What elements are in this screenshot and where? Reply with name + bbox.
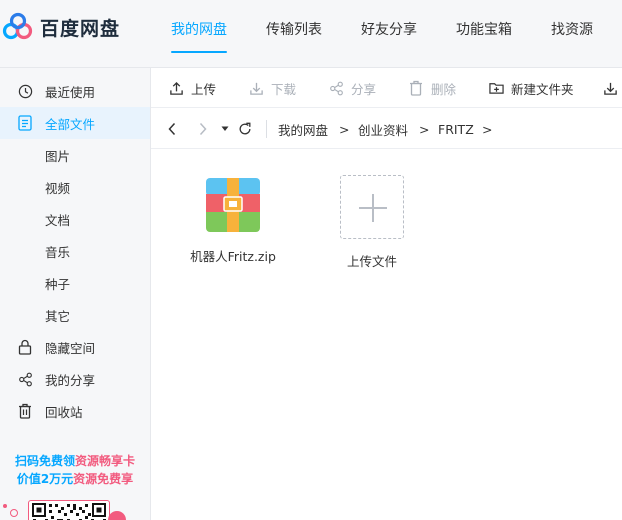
sidebar-item-recycle-bin[interactable]: 回收站 — [0, 395, 150, 427]
sidebar-item-label: 音乐 — [45, 244, 71, 260]
path-bar: 我的网盘 > 创业资料 > FRITZ > — [151, 109, 622, 149]
app-name: 百度网盘 — [40, 17, 121, 40]
share-button[interactable]: 分享 — [328, 68, 376, 108]
qr-code[interactable] — [28, 500, 110, 520]
share-label: 分享 — [351, 81, 377, 97]
tab-toolbox[interactable]: 功能宝箱 — [456, 0, 512, 68]
new-folder-icon — [488, 80, 504, 96]
decor-dot — [3, 504, 7, 508]
sidebar-item-label: 视频 — [45, 180, 71, 196]
upload-button[interactable]: 上传 — [168, 68, 216, 108]
sidebar-item-label: 回收站 — [45, 404, 83, 420]
sidebar: 最近使用 全部文件 图片 视频 文档 音乐 种子 其它 隐藏空间 我的分享 回收… — [0, 68, 151, 520]
tab-friend-share[interactable]: 好友分享 — [361, 0, 417, 68]
share-icon — [328, 80, 344, 96]
promo-text: 价值2万元 — [16, 472, 74, 486]
promo-text: 扫码免费领 — [14, 454, 75, 468]
divider — [266, 120, 267, 138]
breadcrumb-my-netdisk[interactable]: 我的网盘 — [278, 109, 328, 149]
sidebar-item-videos[interactable]: 视频 — [0, 171, 150, 203]
share-icon — [17, 371, 33, 387]
upload-file-label-wrap: 上传文件 — [326, 251, 418, 270]
download-icon — [248, 80, 264, 96]
download-label: 下载 — [271, 81, 297, 97]
breadcrumb-separator: > — [419, 121, 430, 137]
sidebar-item-label: 种子 — [45, 276, 71, 292]
sidebar-item-hidden-space[interactable]: 隐藏空间 — [0, 331, 150, 363]
lock-icon — [17, 339, 33, 355]
app-logo[interactable]: 百度网盘 — [2, 12, 120, 42]
sidebar-item-label: 其它 — [45, 308, 71, 324]
tab-transfer-list[interactable]: 传输列表 — [266, 0, 322, 68]
sidebar-item-torrents[interactable]: 种子 — [0, 267, 150, 299]
sidebar-item-label: 文档 — [45, 212, 71, 228]
sidebar-item-documents[interactable]: 文档 — [0, 203, 150, 235]
refresh-icon — [239, 122, 251, 135]
promo-text: 资源畅享卡 — [75, 454, 136, 468]
breadcrumb-separator: > — [482, 121, 493, 137]
sidebar-item-my-share[interactable]: 我的分享 — [0, 363, 150, 395]
upload-icon — [168, 80, 184, 96]
tab-find-resources[interactable]: 找资源 — [551, 0, 593, 68]
toolbar: 上传 下载 分享 删除 新建文件夹 — [151, 68, 622, 108]
caret-down-icon — [221, 126, 229, 131]
forward-button[interactable] — [198, 109, 208, 149]
promo-badge — [108, 511, 126, 520]
top-bar: 百度网盘 我的网盘 传输列表 好友分享 功能宝箱 找资源 — [0, 0, 622, 68]
promo-text: 资源免费享 — [73, 472, 134, 486]
sidebar-item-label: 图片 — [45, 148, 71, 164]
sidebar-item-label: 全部文件 — [45, 116, 96, 132]
baidu-netdisk-logo-icon — [2, 12, 33, 40]
sidebar-item-recent[interactable]: 最近使用 — [0, 75, 150, 107]
history-dropdown[interactable] — [221, 109, 229, 149]
trash-icon — [408, 80, 424, 96]
zip-archive-icon — [206, 178, 260, 232]
trash-icon — [17, 403, 33, 419]
breadcrumb-fritz[interactable]: FRITZ — [438, 109, 474, 149]
new-folder-button[interactable]: 新建文件夹 — [488, 68, 574, 108]
download-icon — [602, 80, 618, 96]
sidebar-item-music[interactable]: 音乐 — [0, 235, 150, 267]
chevron-right-icon — [199, 122, 207, 136]
sidebar-item-label: 最近使用 — [45, 84, 96, 100]
chevron-left-icon — [168, 122, 176, 136]
sidebar-item-label: 隐藏空间 — [45, 340, 96, 356]
sidebar-item-images[interactable]: 图片 — [0, 139, 150, 171]
qr-code-icon — [32, 503, 106, 520]
sidebar-item-others[interactable]: 其它 — [0, 299, 150, 331]
breadcrumb-separator: > — [339, 121, 350, 137]
delete-label: 删除 — [431, 81, 457, 97]
upload-file-label: 上传文件 — [346, 254, 397, 269]
file-name: 机器人Fritz.zip — [190, 249, 276, 264]
tab-my-netdisk[interactable]: 我的网盘 — [171, 0, 227, 68]
refresh-button[interactable] — [238, 109, 252, 149]
download-button[interactable]: 下载 — [248, 68, 296, 108]
clock-icon — [17, 83, 33, 99]
sidebar-item-all-files[interactable]: 全部文件 — [0, 107, 150, 139]
decor-ring — [10, 509, 18, 517]
upload-file-tile[interactable] — [340, 175, 404, 239]
document-icon — [17, 115, 33, 131]
back-button[interactable] — [167, 109, 177, 149]
promo-banner[interactable]: 扫码免费领资源畅享卡 价值2万元资源免费享 — [0, 452, 150, 488]
sidebar-item-label: 我的分享 — [45, 372, 96, 388]
file-item[interactable]: 机器人Fritz.zip — [186, 175, 280, 265]
breadcrumb-startup-materials[interactable]: 创业资料 — [358, 109, 408, 149]
main-nav: 我的网盘 传输列表 好友分享 功能宝箱 找资源 — [171, 0, 622, 68]
delete-button[interactable]: 删除 — [408, 68, 456, 108]
offline-download-button[interactable] — [602, 68, 622, 108]
upload-label: 上传 — [191, 81, 217, 97]
new-folder-label: 新建文件夹 — [511, 81, 574, 97]
